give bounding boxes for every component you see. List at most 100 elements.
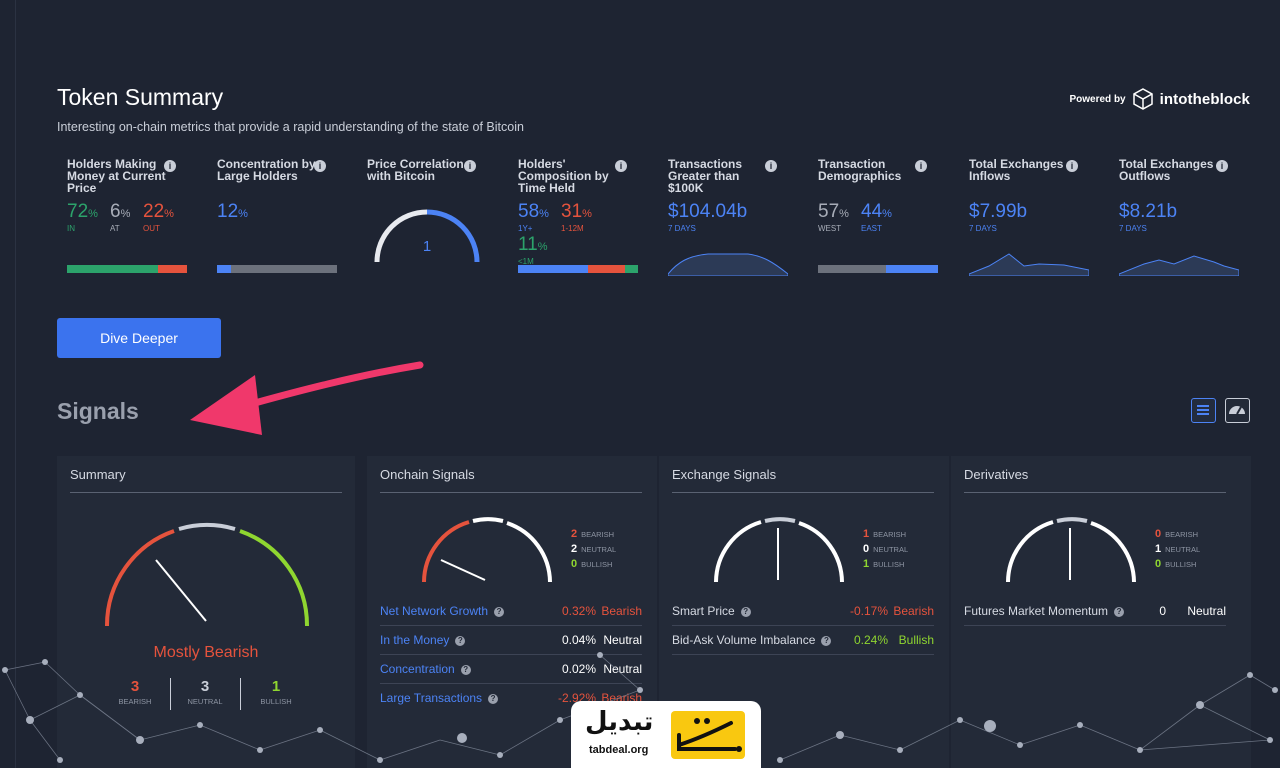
metric-title: Transaction Demographics [818, 157, 902, 183]
list-view-button[interactable] [1191, 398, 1216, 423]
info-icon[interactable]: i [615, 160, 627, 172]
bar-segment [587, 265, 625, 273]
info-icon[interactable]: i [1066, 160, 1078, 172]
derivatives-legend: 0 BEARISH 1 NEUTRAL 0 BULLISH [1155, 528, 1201, 570]
metric-value: $7.99b [969, 201, 1028, 222]
signal-row[interactable]: Net Network Growth? 0.32% Bearish [380, 597, 642, 626]
powered-by[interactable]: Powered by intotheblock [1069, 88, 1250, 110]
info-icon[interactable]: i [1216, 160, 1228, 172]
pointer-arrow-icon [190, 361, 424, 435]
signal-value: -0.17% [849, 604, 888, 618]
metric-concentration[interactable]: Concentration by Large Holders i 12% [207, 158, 337, 284]
token-summary-header: Token Summary Interesting on-chain metri… [57, 84, 524, 134]
signals-title: Signals [57, 398, 139, 424]
distribution-bar [518, 265, 638, 273]
page-title: Token Summary [57, 84, 224, 110]
summary-gauge [104, 523, 310, 627]
info-icon[interactable]: i [164, 160, 176, 172]
tabdeal-logo-icon [671, 711, 745, 759]
help-icon[interactable]: ? [455, 635, 466, 646]
bar-segment [818, 265, 887, 273]
derivatives-gauge [1006, 517, 1136, 583]
metric-period: 7 DAYS [969, 224, 997, 233]
onchain-legend: 2 BEARISH 2 NEUTRAL 0 BULLISH [571, 528, 617, 570]
metric-value-1m: 11% [518, 234, 548, 255]
sparkline-area [1119, 255, 1239, 276]
panel-title: Exchange Signals [672, 467, 777, 482]
powered-by-label: Powered by [1069, 93, 1126, 105]
gauge-view-button[interactable] [1225, 398, 1250, 423]
intotheblock-logo-icon [1132, 88, 1153, 110]
metric-title: Total Exchanges Outflows [1119, 157, 1214, 183]
metric-value: 12% [217, 201, 248, 222]
sparkline-area [668, 253, 788, 276]
metric-value: $8.21b [1119, 201, 1178, 222]
bar-segment [217, 265, 232, 273]
metric-holders-making-money[interactable]: Holders Making Money at Current Price i … [57, 158, 187, 284]
help-icon[interactable]: ? [494, 606, 505, 617]
metric-value-east: 44% [861, 201, 892, 222]
speedometer-icon [1229, 406, 1245, 415]
dive-deeper-button[interactable]: Dive Deeper [57, 318, 221, 358]
panel-title: Onchain Signals [380, 467, 475, 482]
distribution-bar [67, 265, 187, 273]
metric-transaction-demographics[interactable]: Transaction Demographics i 57% WEST 44% … [808, 158, 938, 284]
metric-period: 7 DAYS [1119, 224, 1147, 233]
panel-title: Derivatives [964, 467, 1029, 482]
help-icon[interactable]: ? [740, 606, 751, 617]
panel-divider [964, 492, 1226, 493]
metric-title: Transactions Greater than $100K [668, 157, 743, 195]
watermark-url: tabdeal.org [589, 744, 649, 756]
signal-name: Futures Market Momentum? [964, 597, 1125, 626]
page-subtitle: Interesting on-chain metrics that provid… [57, 120, 524, 134]
help-icon[interactable]: ? [821, 635, 832, 646]
signal-name: Smart Price? [672, 597, 751, 626]
bar-segment [886, 265, 938, 273]
distribution-bar [818, 265, 938, 273]
panel-title: Summary [70, 467, 126, 482]
metric-label-west: WEST [818, 224, 842, 233]
info-icon[interactable]: i [464, 160, 476, 172]
bar-segment [67, 265, 159, 273]
metric-title: Holders Making Money at Current Price [67, 157, 166, 195]
correlation-value: 1 [422, 238, 432, 255]
metric-label-at: AT [110, 224, 120, 233]
metric-exchange-outflows[interactable]: Total Exchanges Outflows i $8.21b 7 DAYS [1109, 158, 1239, 284]
metric-price-correlation[interactable]: Price Correlation with Bitcoin i 1 [357, 158, 487, 284]
metric-label-1-12m: 1-12M [561, 224, 584, 233]
distribution-bar [217, 265, 337, 273]
metric-title: Total Exchanges Inflows [969, 157, 1064, 183]
bar-segment [231, 265, 337, 273]
bar-segment [624, 265, 638, 273]
panel-divider [380, 492, 642, 493]
tabdeal-watermark: تبدیل tabdeal.org [571, 701, 761, 768]
help-icon[interactable]: ? [1114, 606, 1125, 617]
watermark-text: تبدیل [585, 707, 654, 737]
info-icon[interactable]: i [915, 160, 927, 172]
brand-name: intotheblock [1159, 90, 1250, 108]
metric-exchange-inflows[interactable]: Total Exchanges Inflows i $7.99b 7 DAYS [959, 158, 1089, 284]
sparkline-area [969, 253, 1089, 276]
info-icon[interactable]: i [314, 160, 326, 172]
signal-status: Bearish [601, 604, 642, 618]
metric-title: Price Correlation with Bitcoin [367, 157, 464, 183]
info-icon[interactable]: i [765, 160, 777, 172]
bar-segment [518, 265, 588, 273]
metric-large-transactions[interactable]: Transactions Greater than $100K i $104.0… [658, 158, 788, 284]
signal-row[interactable]: Futures Market Momentum? 0 Neutral [964, 597, 1226, 626]
metric-value-west: 57% [818, 201, 849, 222]
signal-name-link[interactable]: Net Network Growth? [380, 597, 505, 626]
correlation-gauge [374, 209, 480, 263]
metric-value-1y: 58% [518, 201, 549, 222]
metric-value-1-12m: 31% [561, 201, 592, 222]
list-icon [1197, 405, 1209, 415]
metric-holders-composition[interactable]: Holders' Composition by Time Held i 58% … [508, 158, 638, 284]
signal-value: 0 [1159, 604, 1166, 618]
exchange-legend: 1 BEARISH 0 NEUTRAL 1 BULLISH [863, 528, 909, 570]
metric-title: Holders' Composition by Time Held [518, 157, 609, 195]
exchange-gauge [714, 517, 844, 583]
panel-divider [672, 492, 934, 493]
metric-value-in: 72% [67, 201, 98, 222]
metrics-row: Holders Making Money at Current Price i … [57, 158, 1252, 284]
signal-row[interactable]: Smart Price? -0.17% Bearish [672, 597, 934, 626]
